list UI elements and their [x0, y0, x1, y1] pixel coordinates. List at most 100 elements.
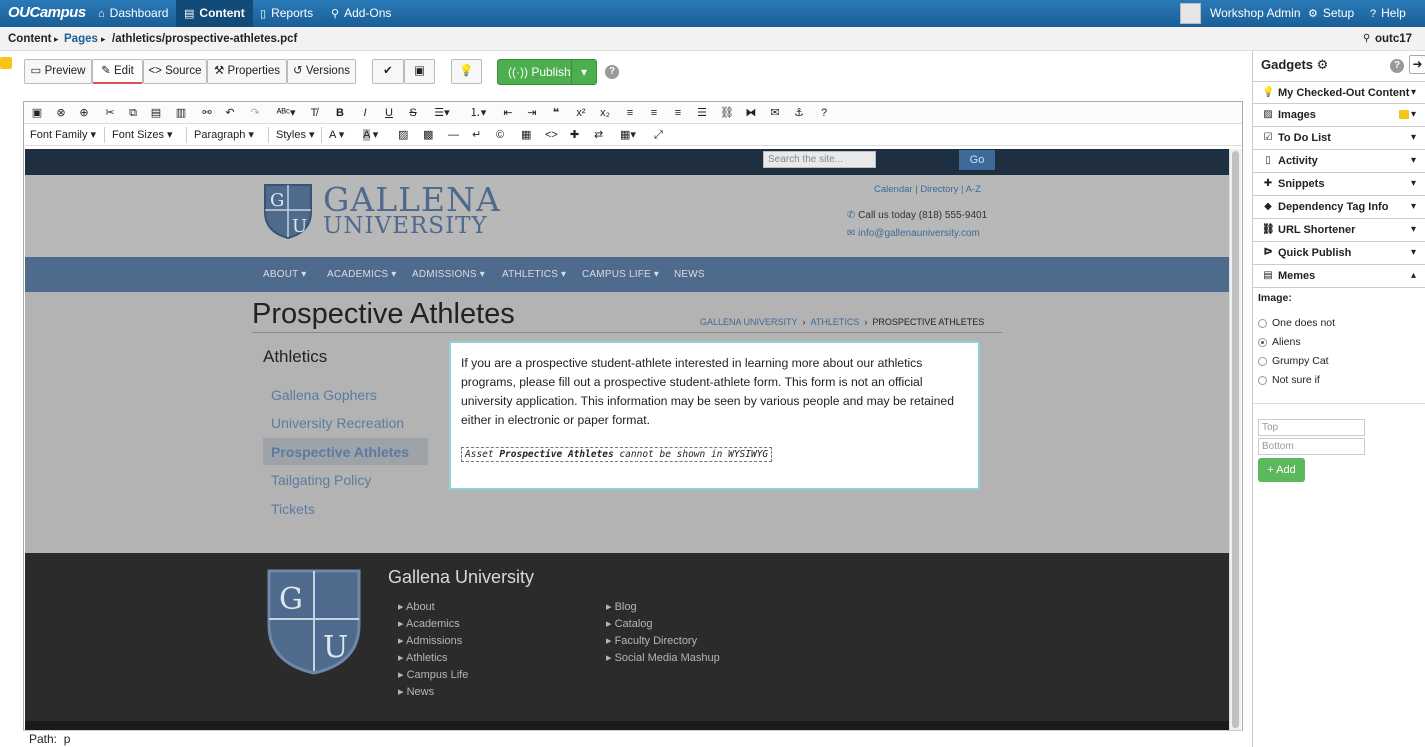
gadget-snippets[interactable]: ✚ Snippets ▾: [1253, 173, 1425, 196]
gadget-checked-out-content[interactable]: 💡 My Checked-Out Content ▾: [1253, 81, 1425, 104]
paste-icon[interactable]: ▤: [148, 104, 164, 122]
breadcrumb-content[interactable]: Content: [8, 27, 51, 51]
italic-icon[interactable]: I: [357, 104, 373, 122]
cut-icon[interactable]: ✂: [102, 104, 118, 122]
meme-bottom-text-input[interactable]: Bottom: [1258, 438, 1365, 455]
align-right-icon[interactable]: ≡: [670, 104, 686, 122]
footer-link-about[interactable]: ▸ About: [398, 600, 435, 613]
menu-campus-life[interactable]: CAMPUS LIFE ▾: [582, 257, 659, 292]
properties-button[interactable]: ⚒ Properties: [207, 59, 287, 84]
save-draft-button[interactable]: ▣: [404, 59, 435, 84]
source-button[interactable]: <> Source: [143, 59, 207, 84]
font-sizes-select[interactable]: Font Sizes ▾: [112, 125, 173, 145]
align-center-icon[interactable]: ≡: [646, 104, 662, 122]
meme-radio-not-sure-if[interactable]: [1258, 376, 1267, 385]
sidebar-link-prospective-athletes[interactable]: Prospective Athletes: [271, 444, 409, 460]
life-ring-icon[interactable]: ⊕: [76, 104, 92, 122]
anchor-icon[interactable]: ⚓: [791, 104, 807, 122]
font-family-select[interactable]: Font Family ▾: [30, 125, 96, 145]
link-icon[interactable]: ⛓: [719, 104, 735, 122]
body-paragraph[interactable]: If you are a prospective student-athlete…: [461, 354, 961, 430]
email-link[interactable]: info@gallenauniversity.com: [858, 228, 980, 239]
blockquote-icon[interactable]: ❝: [548, 104, 564, 122]
find-binoculars-icon[interactable]: ⚯: [199, 104, 215, 122]
directory-link[interactable]: Directory: [920, 184, 958, 195]
gadget-quick-publish[interactable]: ᐅ Quick Publish ▾: [1253, 242, 1425, 265]
breadcrumb-university[interactable]: GALLENA UNIVERSITY: [700, 317, 798, 327]
breadcrumb-athletics[interactable]: ATHLETICS: [811, 317, 860, 327]
clear-format-icon[interactable]: T̸: [306, 104, 322, 122]
superscript-icon[interactable]: x²: [573, 104, 589, 122]
cancel-icon[interactable]: ⊗: [53, 104, 69, 122]
subscript-icon[interactable]: x₂: [597, 104, 613, 122]
footer-link-campus-life[interactable]: ▸ Campus Life: [398, 668, 468, 681]
footer-link-admissions[interactable]: ▸ Admissions: [398, 634, 462, 647]
unlink-icon[interactable]: ⧓: [743, 104, 759, 122]
site-search-input[interactable]: Search the site...: [763, 151, 876, 168]
app-logo[interactable]: OUCampus: [8, 4, 86, 21]
collapse-gadgets-button[interactable]: ➜: [1409, 55, 1425, 74]
gadget-dependency-tag-info[interactable]: ◆ Dependency Tag Info ▾: [1253, 196, 1425, 219]
redo-icon[interactable]: ↷: [247, 104, 263, 122]
avatar[interactable]: [1180, 3, 1201, 24]
gadgets-help-icon[interactable]: ?: [1390, 59, 1404, 73]
sidebar-link-recreation[interactable]: University Recreation: [271, 415, 404, 431]
calendar-link[interactable]: Calendar: [874, 184, 913, 195]
align-left-icon[interactable]: ≡: [622, 104, 638, 122]
footer-link-catalog[interactable]: ▸ Catalog: [606, 617, 653, 630]
publish-button[interactable]: ((·)) Publish ▾: [497, 59, 597, 85]
email-icon[interactable]: ✉: [767, 104, 783, 122]
footer-link-social-media[interactable]: ▸ Social Media Mashup: [606, 651, 720, 664]
strikethrough-icon[interactable]: S: [405, 104, 421, 122]
help-icon[interactable]: ?: [816, 104, 832, 122]
preview-button[interactable]: ▭ Preview: [24, 59, 92, 84]
add-meme-button[interactable]: + Add: [1258, 458, 1305, 482]
editor-vertical-scrollbar[interactable]: [1229, 149, 1241, 730]
text-color-icon[interactable]: A ▾: [329, 125, 344, 145]
fullscreen-icon[interactable]: ⤢: [654, 125, 663, 145]
menu-athletics[interactable]: ATHLETICS ▾: [502, 257, 566, 292]
snippet-puzzle-icon[interactable]: ✚: [570, 125, 579, 145]
help-question-icon[interactable]: ?: [605, 65, 619, 79]
nav-addons[interactable]: ⚲ Add-Ons: [323, 0, 399, 27]
styles-select[interactable]: Styles ▾: [276, 125, 315, 145]
replace-icon[interactable]: ⇄: [594, 125, 603, 145]
bullet-list-icon[interactable]: ☰▾: [428, 104, 456, 122]
meme-radio-one-does-not[interactable]: [1258, 319, 1267, 328]
sidebar-link-gophers[interactable]: Gallena Gophers: [271, 387, 377, 403]
bold-icon[interactable]: B: [332, 104, 348, 122]
footer-link-athletics[interactable]: ▸ Athletics: [398, 651, 448, 664]
copy-icon[interactable]: ⧉: [125, 104, 141, 122]
indent-icon[interactable]: ⇥: [524, 104, 540, 122]
save-icon[interactable]: ▣: [29, 104, 45, 122]
sidebar-link-tickets[interactable]: Tickets: [271, 501, 315, 517]
gear-icon[interactable]: ⚙: [1317, 57, 1329, 72]
sidebar-link-tailgating[interactable]: Tailgating Policy: [271, 472, 371, 488]
checked-out-tab[interactable]: [0, 57, 12, 69]
edit-button[interactable]: ✎ Edit: [92, 59, 143, 84]
menu-about[interactable]: ABOUT ▾: [263, 257, 306, 292]
nav-help[interactable]: ? Help: [1362, 0, 1414, 27]
versions-button[interactable]: ↺ Versions: [287, 59, 356, 84]
az-link[interactable]: A-Z: [966, 184, 981, 195]
outdent-icon[interactable]: ⇤: [500, 104, 516, 122]
nav-content[interactable]: ▤ Content: [176, 0, 253, 27]
gadget-activity[interactable]: ▯ Activity ▾: [1253, 150, 1425, 173]
undo-icon[interactable]: ↶: [222, 104, 238, 122]
numbered-list-icon[interactable]: ⒈▾: [464, 104, 492, 122]
gadget-todo-list[interactable]: ☑ To Do List ▾: [1253, 127, 1425, 150]
nav-reports[interactable]: ▯ Reports: [252, 0, 321, 27]
footer-link-faculty-directory[interactable]: ▸ Faculty Directory: [606, 634, 697, 647]
footer-link-academics[interactable]: ▸ Academics: [398, 617, 460, 630]
horizontal-rule-icon[interactable]: —: [448, 125, 459, 145]
site-search-go-button[interactable]: Go: [959, 150, 995, 170]
paste-text-icon[interactable]: ▥: [173, 104, 189, 122]
table-icon[interactable]: ▦▾: [620, 125, 636, 145]
copyright-icon[interactable]: ©: [496, 125, 504, 145]
server-name[interactable]: outc17: [1375, 27, 1412, 51]
gadget-url-shortener[interactable]: ⛓ URL Shortener ▾: [1253, 219, 1425, 242]
editable-content-region[interactable]: If you are a prospective student-athlete…: [449, 341, 980, 490]
nav-setup[interactable]: ⚙ Setup: [1300, 0, 1362, 27]
line-break-icon[interactable]: ↵: [472, 125, 481, 145]
align-justify-icon[interactable]: ☰: [694, 104, 710, 122]
